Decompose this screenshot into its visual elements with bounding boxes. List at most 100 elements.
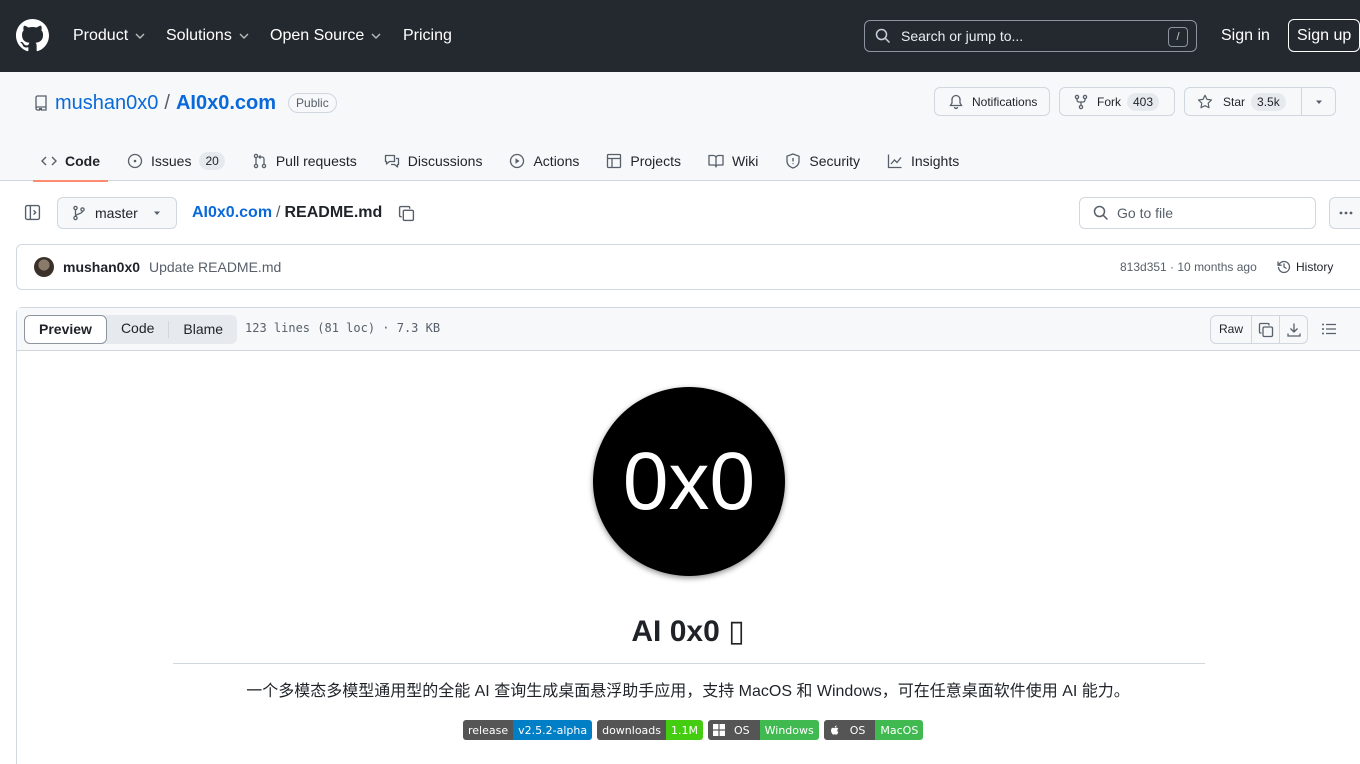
heading-divider xyxy=(173,663,1205,664)
comment-discussion-icon xyxy=(384,154,399,168)
github-logo-icon[interactable] xyxy=(16,19,49,52)
sidebar-expand-icon xyxy=(24,204,41,221)
list-unordered-icon xyxy=(1322,323,1336,335)
commit-message[interactable]: Update README.md xyxy=(149,259,281,275)
repo-name-link[interactable]: AI0x0.com xyxy=(176,92,276,115)
os-windows-badge[interactable]: OS Windows xyxy=(708,720,819,740)
apple-icon xyxy=(830,725,839,735)
visibility-badge: Public xyxy=(288,93,337,113)
nav-product[interactable]: Product xyxy=(73,24,146,48)
star-label: Star xyxy=(1223,94,1246,109)
search-placeholder: Search or jump to... xyxy=(901,28,1024,44)
pull-request-icon xyxy=(253,153,267,169)
tab-security[interactable]: Security xyxy=(777,141,868,181)
badge-row: release v2.5.2-alpha downloads 1.1M OS W… xyxy=(463,720,924,740)
search-shortcut-key: / xyxy=(1168,27,1188,47)
sidebar-collapse-button[interactable] xyxy=(24,204,41,221)
outline-button[interactable] xyxy=(1321,321,1337,337)
repo-title: mushan0x0 / AI0x0.com Public xyxy=(33,91,337,115)
readme-title: AI 0x0 ▯ xyxy=(0,612,1360,652)
notifications-button[interactable]: Notifications xyxy=(934,87,1050,116)
tab-discussions[interactable]: Discussions xyxy=(376,141,491,181)
history-link[interactable]: History xyxy=(1276,258,1333,276)
star-button[interactable]: Star 3.5k xyxy=(1185,88,1303,115)
raw-button[interactable]: Raw xyxy=(1211,316,1252,343)
tab-projects[interactable]: Projects xyxy=(598,141,689,181)
nav-product-label: Product xyxy=(73,27,129,44)
release-badge[interactable]: release v2.5.2-alpha xyxy=(463,720,593,740)
nav-open-source-label: Open Source xyxy=(270,27,365,44)
tab-pull-requests[interactable]: Pull requests xyxy=(244,141,365,181)
nav-solutions-label: Solutions xyxy=(166,27,232,44)
sign-up-button[interactable]: Sign up xyxy=(1288,19,1360,52)
tab-wiki[interactable]: Wiki xyxy=(700,141,766,181)
view-preview-button[interactable]: Preview xyxy=(24,315,107,344)
repo-owner-link[interactable]: mushan0x0 xyxy=(55,92,158,115)
star-count: 3.5k xyxy=(1251,92,1286,111)
triangle-down-icon xyxy=(1315,100,1322,104)
branch-selector-button[interactable]: master xyxy=(57,197,177,229)
tab-issues[interactable]: Issues 20 xyxy=(119,141,233,181)
readme-title-text: AI 0x0 xyxy=(631,615,729,648)
badge-label: downloads xyxy=(597,720,667,740)
copy-icon xyxy=(1258,322,1273,337)
downloads-badge[interactable]: downloads 1.1M xyxy=(597,720,703,740)
nav-pricing[interactable]: Pricing xyxy=(403,24,452,48)
tab-projects-label: Projects xyxy=(630,153,681,169)
nav-open-source[interactable]: Open Source xyxy=(270,24,382,48)
nav-pricing-label: Pricing xyxy=(403,27,452,44)
book-icon xyxy=(708,154,724,168)
download-button[interactable] xyxy=(1280,316,1307,343)
go-to-file-input[interactable]: Go to file xyxy=(1079,197,1316,229)
tab-code-label: Code xyxy=(65,153,100,169)
history-icon xyxy=(1277,260,1291,274)
code-icon xyxy=(41,156,57,166)
global-header: Product Solutions Open Source Pricing Se… xyxy=(0,0,1360,72)
copy-raw-button[interactable] xyxy=(1252,316,1280,343)
view-code-button[interactable]: Code xyxy=(107,315,168,344)
view-mode-toggle: Preview Code Blame xyxy=(24,315,238,344)
nav-solutions[interactable]: Solutions xyxy=(166,24,250,48)
search-icon xyxy=(875,28,891,44)
chevron-down-icon xyxy=(371,33,381,39)
view-blame-button[interactable]: Blame xyxy=(168,321,237,338)
repo-forked-icon xyxy=(1074,94,1088,109)
sign-in-link[interactable]: Sign in xyxy=(1221,24,1270,48)
git-branch-icon xyxy=(73,205,85,221)
triangle-down-icon xyxy=(153,211,160,215)
star-button-group: Star 3.5k xyxy=(1184,87,1336,116)
commit-sha-time[interactable]: 813d351 · 10 months ago xyxy=(1120,260,1257,274)
kebab-horizontal-icon xyxy=(1339,211,1353,215)
tab-pull-requests-label: Pull requests xyxy=(275,153,357,169)
star-list-dropdown[interactable] xyxy=(1302,97,1335,107)
repo-icon xyxy=(35,95,47,111)
tab-discussions-label: Discussions xyxy=(407,153,483,169)
global-search-input[interactable]: Search or jump to... / xyxy=(864,20,1197,52)
file-actions-group: Raw xyxy=(1210,315,1308,344)
breadcrumb-repo-link[interactable]: AI0x0.com xyxy=(192,202,272,224)
fork-button[interactable]: Fork 403 xyxy=(1059,87,1175,116)
notifications-label: Notifications xyxy=(972,94,1038,109)
readme-description: 一个多模态多模型通用型的全能 AI 查询生成桌面悬浮助手应用，支持 MacOS … xyxy=(246,683,1130,700)
history-label: History xyxy=(1296,260,1334,274)
shield-icon xyxy=(786,153,801,169)
commit-author[interactable]: mushan0x0 xyxy=(63,259,140,275)
go-to-file-placeholder: Go to file xyxy=(1117,205,1174,221)
missing-glyph-box: ▯ xyxy=(728,615,745,648)
chevron-down-icon xyxy=(239,33,249,39)
fork-count: 403 xyxy=(1127,92,1160,111)
badge-label: release xyxy=(463,720,514,740)
more-options-button[interactable] xyxy=(1329,197,1360,229)
graph-icon xyxy=(887,154,902,169)
project-logo: 0x0 xyxy=(593,387,785,576)
badge-label: OS xyxy=(849,723,866,737)
tab-insights[interactable]: Insights xyxy=(879,141,967,181)
breadcrumb-filename: README.md xyxy=(284,204,383,221)
repo-tab-bar: Code Issues 20 Pull requests Discussions… xyxy=(33,141,978,182)
os-macos-badge[interactable]: OS MacOS xyxy=(823,720,924,740)
tab-actions[interactable]: Actions xyxy=(501,141,587,181)
tab-code[interactable]: Code xyxy=(33,141,108,182)
tab-insights-label: Insights xyxy=(910,153,960,169)
avatar[interactable] xyxy=(34,257,54,277)
copy-icon[interactable] xyxy=(398,205,415,222)
